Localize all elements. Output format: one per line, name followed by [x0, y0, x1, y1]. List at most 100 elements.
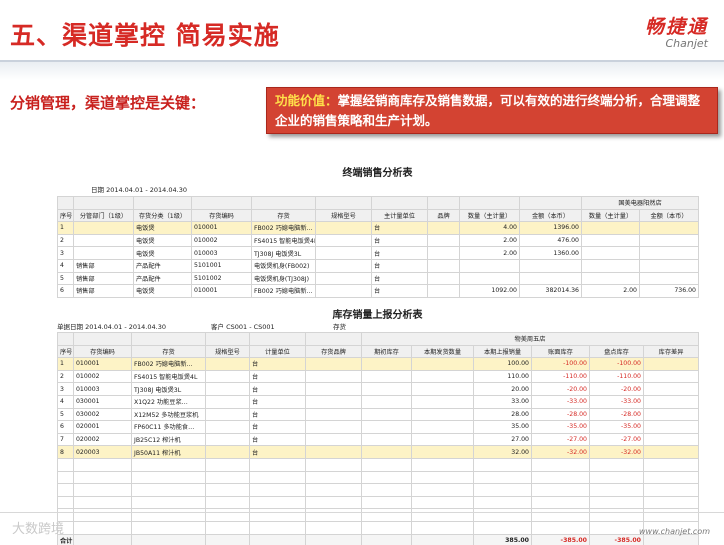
table-row[interactable]: 2 电饭煲 010002 FS4015 智能电饭煲4L 台 2.00 476.00 — [57, 233, 699, 248]
table-cell: 台 — [371, 258, 428, 273]
table-cell: -20.00 — [531, 382, 590, 396]
table-row[interactable]: 2 010002 FS4015 智能电饭煲4L 台 110.00 -110.00 -110.… — [57, 369, 700, 384]
table-cell — [205, 533, 250, 545]
column-header: 存货编码 — [191, 208, 252, 223]
table-cell — [73, 221, 134, 235]
table-cell: 5 — [57, 271, 74, 286]
table-cell — [73, 495, 132, 510]
column-header — [427, 196, 460, 210]
table-cell — [131, 520, 206, 535]
table-cell: 3 — [57, 382, 74, 396]
table-row[interactable]: 7 020002 JB25C12 榨汁机台 27.00 -27.00 -27.00 — [57, 432, 700, 447]
table-cell — [427, 246, 460, 260]
table-row[interactable]: 5 销售部 产品配件 5101002 电饭煲机身(TJ308J) 台 — [57, 271, 699, 286]
report1-title: 终端销售分析表 — [342, 168, 413, 179]
table-cell — [73, 520, 132, 535]
table-cell — [459, 271, 520, 286]
table-row[interactable]: 4 030001 X1Q22 功能豆浆… 台 33.00 -33.00 -33.00 — [57, 394, 700, 409]
table-cell: 1 — [57, 357, 74, 371]
column-header: 库存差异 — [642, 344, 700, 359]
table-cell — [642, 432, 700, 447]
table-cell: TJ308J 电饭煲3L — [251, 246, 316, 260]
column-header: 数量（主计量） — [459, 208, 520, 223]
table-cell — [315, 284, 372, 298]
table-row[interactable]: 4 销售部 产品配件 5101001 电饭煲机身(FB002) 台 — [57, 258, 699, 273]
table-row[interactable]: 6 销售部 电饭煲 010001 FB002 巧媳电脑新… 台 1092.00 382014.… — [57, 284, 699, 298]
lead-text: 分销管理，渠道掌控是关键： — [10, 94, 206, 112]
column-header: 序号 — [57, 208, 74, 223]
table-cell — [249, 495, 306, 510]
table-cell: 3 — [57, 246, 74, 260]
empty-row — [57, 470, 700, 485]
column-header — [131, 332, 206, 346]
table-row[interactable]: 8 020003 JB50A11 榨汁机台 32.00 -32.00 -32.00 — [57, 445, 700, 459]
table-cell — [411, 432, 474, 447]
table-cell: 20.00 — [473, 382, 532, 396]
table-cell — [361, 508, 412, 522]
table-cell — [581, 221, 640, 235]
table-cell: JB25C12 榨汁机 — [131, 432, 206, 447]
table-cell — [473, 483, 532, 497]
table-cell — [531, 520, 590, 535]
table-cell: 2 — [57, 369, 74, 384]
table-cell — [639, 233, 699, 248]
table-cell: 电饭煲 — [133, 221, 192, 235]
table-cell — [589, 483, 644, 497]
table-cell: FS4015 智能电饭煲4L — [131, 369, 206, 384]
callout-label: 功能价值： — [275, 93, 338, 108]
empty-row — [57, 508, 700, 522]
table-cell — [305, 457, 362, 472]
table-cell — [131, 533, 206, 545]
table-cell — [205, 432, 250, 447]
table-cell — [249, 470, 306, 485]
table-cell — [205, 495, 250, 510]
table-row[interactable]: 3 010003 TJ308J 电饭煲3L 台 20.00 -20.00 -20.00 — [57, 382, 700, 396]
table-cell: 020003 — [73, 445, 132, 459]
table-cell: 476.00 — [519, 233, 582, 248]
column-header: 规格型号 — [315, 208, 372, 223]
table-cell: 736.00 — [639, 284, 699, 298]
table-cell: 32.00 — [473, 445, 532, 459]
table-cell — [57, 470, 74, 485]
table-cell: -27.00 — [589, 432, 644, 447]
report2-inventory: 存货 — [333, 323, 346, 331]
table-cell: 020002 — [73, 432, 132, 447]
table-cell: 030001 — [73, 394, 132, 409]
table-cell — [205, 369, 250, 384]
table-cell — [205, 394, 250, 409]
table-cell — [205, 357, 250, 371]
column-header — [315, 196, 372, 210]
table-cell — [361, 420, 412, 434]
table-row[interactable]: 1 010001 FB002 巧媳电脑新… 台 100.00 -100.00 -100.00 — [57, 357, 700, 371]
header-row: 序号 存货编码 存货 规格型号 计量单位 存货品牌 期初库存 本期发货数量 本期上报销量 账面库存… — [57, 344, 700, 359]
table-cell — [411, 483, 474, 497]
table-row[interactable]: 5 030002 X12M52 多功能豆浆机台 28.00 -28.00 -28.00 — [57, 407, 700, 422]
table-cell — [581, 246, 640, 260]
table-cell: 2.00 — [581, 284, 640, 298]
table-row[interactable]: 1 电饭煲 010001 FB002 巧媳电脑新… 台 4.00 1396.00 — [57, 221, 699, 235]
table-cell — [361, 533, 412, 545]
table-cell — [205, 457, 250, 472]
table-cell: 销售部 — [73, 271, 134, 286]
column-header — [73, 196, 134, 210]
table-cell: X12M52 多功能豆浆机 — [131, 407, 206, 422]
column-header — [73, 332, 132, 346]
column-header: 账面库存 — [531, 344, 590, 359]
table-cell — [361, 407, 412, 422]
table-cell — [639, 246, 699, 260]
table-cell — [205, 508, 250, 522]
table-cell — [473, 495, 532, 510]
table-cell: -100.00 — [589, 357, 644, 371]
table-row[interactable]: 6 020001 FP60C11 多功能食… 台 35.00 -35.00 -35.00 — [57, 420, 700, 434]
table-cell — [581, 271, 640, 286]
table-cell: 020001 — [73, 420, 132, 434]
column-header: 数量（主计量） — [581, 208, 640, 223]
table-cell: 010002 — [191, 233, 252, 248]
table-cell — [411, 445, 474, 459]
table-cell — [411, 420, 474, 434]
table-cell: -20.00 — [589, 382, 644, 396]
table-cell — [131, 483, 206, 497]
table-row[interactable]: 3 电饭煲 010003 TJ308J 电饭煲3L 台 2.00 1360.00 — [57, 246, 699, 260]
column-header: 本期发货数量 — [411, 344, 474, 359]
table-cell — [305, 432, 362, 447]
